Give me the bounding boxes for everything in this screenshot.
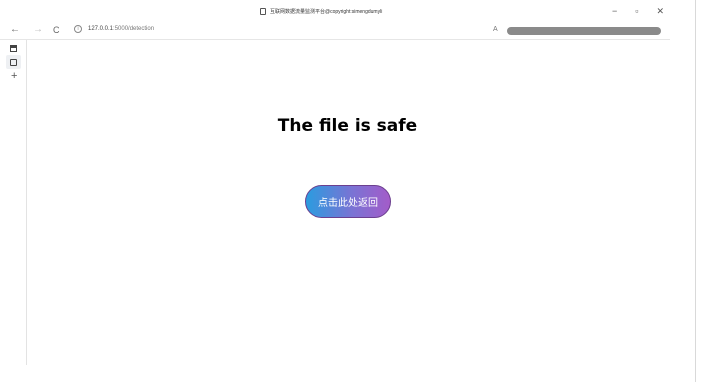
back-button[interactable]: 点击此处返回: [305, 185, 391, 218]
url-host: 127.0.0.1: [88, 26, 114, 32]
maximize-icon[interactable]: ▫: [635, 6, 638, 16]
page-content: The file is safe 点击此处返回: [27, 40, 670, 365]
tab-list-icon[interactable]: [10, 45, 17, 52]
url-path: :5000/detection: [113, 26, 155, 32]
title-bar: 互联网数据流量监测平台@copyright:simengdumyli − ▫ ✕: [0, 0, 670, 22]
window-controls: − ▫ ✕: [612, 6, 664, 16]
scrollbar-divider: [695, 0, 696, 382]
tab-title[interactable]: 互联网数据流量监测平台@copyright:simengdumyli: [260, 8, 382, 15]
redacted-profile-bar: [507, 27, 661, 35]
add-tab-icon[interactable]: +: [11, 71, 17, 82]
forward-arrow-icon[interactable]: →: [33, 24, 43, 36]
url-field[interactable]: 127.0.0.1:5000/detection: [88, 26, 154, 32]
reload-icon[interactable]: C: [53, 24, 60, 36]
document-icon: [260, 8, 266, 15]
close-icon[interactable]: ✕: [656, 6, 664, 16]
sidebar: +: [0, 40, 27, 365]
page-icon[interactable]: [10, 59, 17, 66]
browser-window: 互联网数据流量监测平台@copyright:simengdumyli − ▫ ✕…: [0, 0, 670, 365]
minimize-icon[interactable]: −: [612, 6, 617, 16]
site-info-icon[interactable]: i: [74, 25, 82, 33]
tab-title-text: 互联网数据流量监测平台@copyright:simengdumyli: [270, 9, 383, 15]
page-title: The file is safe: [277, 116, 418, 136]
reader-mode-icon[interactable]: A: [493, 26, 498, 33]
back-arrow-icon[interactable]: ←: [10, 24, 20, 36]
